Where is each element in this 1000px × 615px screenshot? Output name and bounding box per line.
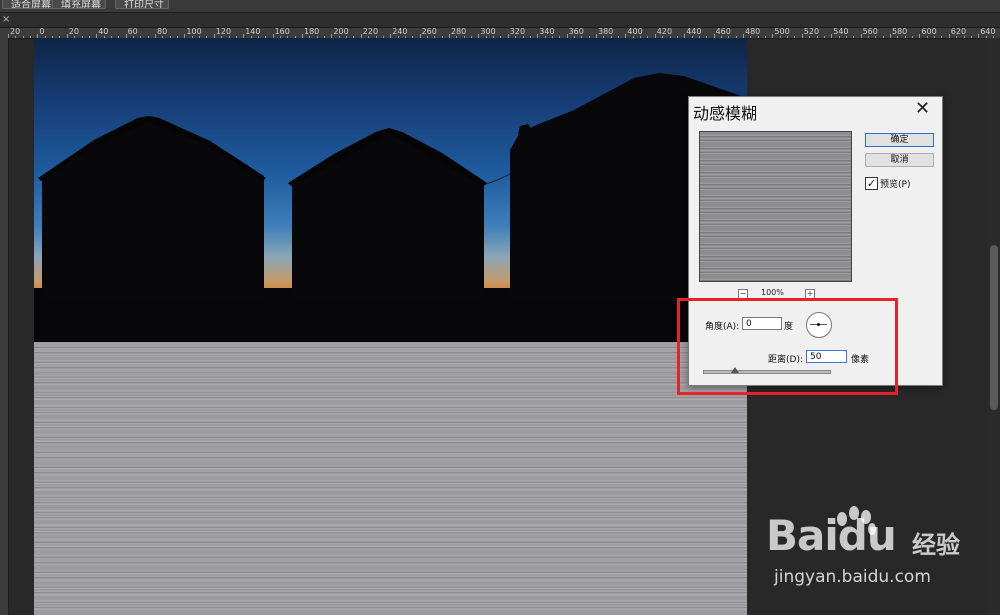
- preview-checkbox-label: 预览(P): [880, 180, 911, 190]
- ruler-tick: [30, 36, 32, 38]
- ruler-tick: [845, 36, 847, 38]
- ruler-tick-label: 20: [68, 28, 79, 36]
- scrollbar-thumb[interactable]: [990, 245, 998, 410]
- ruler-tick-label: 160: [274, 28, 290, 36]
- ruler-tick-label: 640: [980, 28, 996, 36]
- ruler-tick: [956, 36, 958, 38]
- fill-screen-button[interactable]: 填充屏幕: [52, 0, 106, 9]
- ruler-tick-label: 420: [656, 28, 673, 36]
- ruler-tick: [772, 34, 774, 38]
- ruler-tick: [941, 36, 943, 38]
- ruler-tick-label: 320: [509, 28, 526, 36]
- ruler-tick: [985, 36, 987, 38]
- ruler-tick: [809, 36, 811, 38]
- ruler-tick: [831, 34, 833, 38]
- ruler-tick-label: 580: [892, 28, 908, 36]
- ruler-tick: [926, 36, 928, 38]
- watermark-text: 经验: [912, 531, 960, 559]
- print-size-button[interactable]: 打印尺寸: [115, 0, 169, 9]
- ruler-tick: [912, 36, 914, 38]
- ruler-tick-label: 0: [39, 28, 45, 36]
- watermark-logo: Baidu: [766, 511, 897, 560]
- ruler-tick-label: 340: [539, 28, 555, 36]
- ruler-tick: [757, 36, 759, 38]
- ruler-tick: [904, 36, 906, 38]
- ruler-tick-label: 620: [950, 28, 967, 36]
- ruler-corner: [0, 28, 8, 38]
- preview-checkbox[interactable]: ✓: [865, 177, 878, 190]
- filter-preview[interactable]: [699, 131, 852, 282]
- grain-bins-silhouette: [38, 73, 747, 298]
- ruler-tick: [875, 36, 877, 38]
- ruler-tick: [22, 36, 24, 38]
- ruler-tick: [860, 34, 862, 38]
- cancel-button[interactable]: 取消: [865, 153, 934, 167]
- ruler-tick: [816, 36, 818, 38]
- ruler-tick-label: 80: [157, 28, 168, 36]
- ruler-tick: [963, 36, 965, 38]
- ruler-tick-label: 20: [10, 28, 21, 36]
- ruler-tick-label: 480: [745, 28, 761, 36]
- ruler-tick: [934, 36, 936, 38]
- ruler-tick-label: 200: [333, 28, 349, 36]
- annotation-highlight-box: [677, 298, 898, 395]
- ruler-tick: [794, 36, 796, 38]
- ruler-tick: [750, 36, 752, 38]
- ruler-tick: [890, 34, 891, 38]
- ruler-tick-label: 280: [451, 28, 467, 36]
- ruler-tick-label: 300: [480, 28, 496, 36]
- ruler-tick: [823, 36, 825, 38]
- ruler-tick-label: 220: [362, 28, 379, 36]
- options-bar: 适合屏幕 填充屏幕 打印尺寸: [0, 0, 1000, 13]
- ruler-tick-label: 240: [392, 28, 408, 36]
- ruler-tick-label: 560: [862, 28, 878, 36]
- ruler-tick-label: 400: [627, 28, 643, 36]
- ruler-tick-label: 40: [98, 28, 109, 36]
- ruler-tick-label: 500: [774, 28, 790, 36]
- ruler-tick-label: 140: [245, 28, 261, 36]
- vertical-ruler: [0, 38, 9, 615]
- ruler-tick: [765, 36, 767, 38]
- ruler-tick: [15, 36, 17, 38]
- close-icon[interactable]: ✕: [915, 98, 930, 120]
- ruler-tick: [948, 34, 950, 38]
- ruler-tick-label: 520: [803, 28, 820, 36]
- ruler-tick: [779, 36, 781, 38]
- ruler-tick-label: 180: [304, 28, 320, 36]
- ruler-tick: [970, 36, 972, 38]
- ok-button[interactable]: 确定: [865, 133, 934, 147]
- ruler-tick: [919, 34, 921, 38]
- ruler-tick-label: 120: [215, 28, 232, 36]
- ruler-tick: [787, 36, 789, 38]
- close-tab-icon[interactable]: ×: [2, 13, 10, 27]
- ruler-tick: [867, 36, 869, 38]
- ruler-tick-label: 100: [186, 28, 202, 36]
- ruler-tick: [838, 36, 840, 38]
- ruler-tick-label: 540: [833, 28, 849, 36]
- watermark-url: jingyan.baidu.com: [774, 567, 931, 587]
- ruler-tick-label: 600: [921, 28, 937, 36]
- ruler-tick-label: 380: [598, 28, 614, 36]
- ruler-tick-label: 460: [715, 28, 731, 36]
- ruler-tick-label: 60: [127, 28, 138, 36]
- preview-zoom-level: 100%: [761, 288, 784, 297]
- ruler-tick-label: 360: [568, 28, 584, 36]
- ruler-tick: [801, 34, 803, 38]
- ruler-tick: [853, 36, 855, 38]
- ruler-tick: [882, 36, 884, 38]
- document-canvas[interactable]: [34, 38, 747, 615]
- ruler-tick-label: 260: [421, 28, 437, 36]
- ruler-tick-label: 440: [686, 28, 702, 36]
- ruler-tick: [978, 34, 980, 38]
- brushed-metal-layer: [34, 342, 747, 615]
- document-tab-row: ×: [0, 13, 1000, 28]
- baidu-jingyan-watermark: Baidu 经验 jingyan.baidu.com: [760, 505, 995, 595]
- ruler-tick: [897, 36, 899, 38]
- dialog-title: 动感模糊: [693, 104, 758, 123]
